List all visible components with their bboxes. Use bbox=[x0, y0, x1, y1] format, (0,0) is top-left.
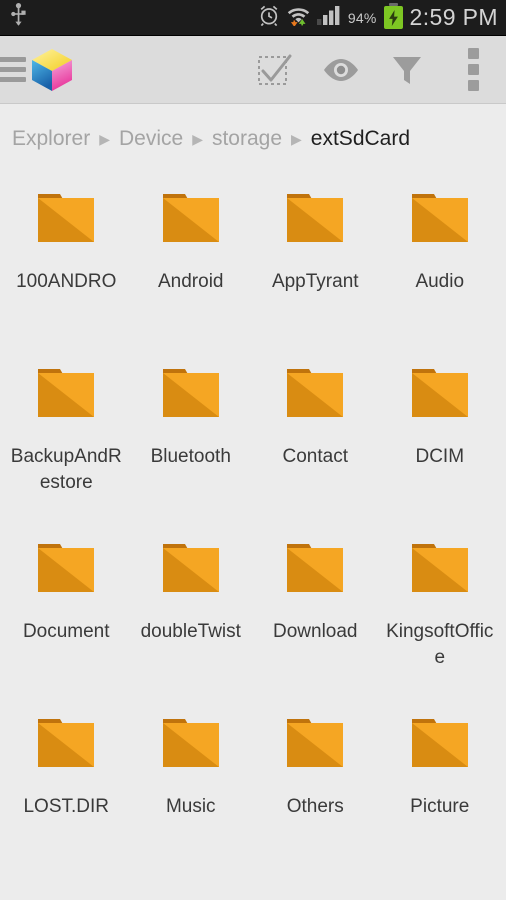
file-grid-item-label: Audio bbox=[415, 271, 465, 292]
file-grid-item-download[interactable]: Download bbox=[253, 524, 378, 699]
breadcrumb-separator-icon: ▶ bbox=[291, 130, 302, 147]
file-grid-item-doubletwist[interactable]: doubleTwist bbox=[129, 524, 254, 699]
file-grid-item-label: Picture bbox=[410, 796, 470, 817]
toolbar-actions bbox=[242, 36, 506, 104]
breadcrumb-item-extsdcard[interactable]: extSdCard bbox=[311, 127, 410, 151]
file-grid-item-label: Contact bbox=[282, 446, 348, 467]
breadcrumb-item-storage[interactable]: storage bbox=[212, 127, 282, 151]
status-bar: 94% 2:59 PM bbox=[0, 0, 506, 36]
file-grid-item-dcim[interactable]: DCIM bbox=[378, 349, 503, 524]
status-bar-left bbox=[10, 3, 27, 32]
hamburger-bar bbox=[0, 57, 26, 62]
file-grid-item-apptyrant[interactable]: AppTyrant bbox=[253, 174, 378, 349]
app-cube-logo-icon[interactable] bbox=[30, 47, 74, 93]
file-grid-item-label: LOST.DIR bbox=[23, 796, 110, 817]
overflow-dots bbox=[467, 48, 479, 91]
folder-icon bbox=[404, 713, 476, 775]
breadcrumb-item-explorer[interactable]: Explorer bbox=[12, 127, 90, 151]
file-grid-item-label: Document bbox=[22, 621, 110, 642]
file-grid-item-label: BackupAndRestore bbox=[10, 446, 122, 493]
file-grid-item-label: Others bbox=[286, 796, 344, 817]
folder-icon bbox=[279, 188, 351, 250]
file-grid-item-label: Android bbox=[158, 271, 224, 292]
file-grid-item-label: Download bbox=[273, 621, 358, 642]
file-manager-screen: 94% 2:59 PM Explorer ▶ Device ▶ storage … bbox=[0, 0, 506, 900]
filter-funnel-icon[interactable] bbox=[374, 36, 440, 104]
file-grid-item-label: Music bbox=[165, 796, 216, 817]
breadcrumb-item-device[interactable]: Device bbox=[119, 127, 183, 151]
file-grid-item-lost-dir[interactable]: LOST.DIR bbox=[4, 699, 129, 874]
folder-icon bbox=[30, 713, 102, 775]
file-grid-item-label: 100ANDRO bbox=[16, 271, 117, 292]
file-grid-item-label: DCIM bbox=[415, 446, 465, 467]
file-grid-item-kingsoftoffice[interactable]: KingsoftOffice bbox=[378, 524, 503, 699]
overflow-dot bbox=[467, 64, 479, 75]
select-all-checkbox-icon[interactable] bbox=[242, 36, 308, 104]
file-grid-item-audio[interactable]: Audio bbox=[378, 174, 503, 349]
folder-icon bbox=[279, 713, 351, 775]
battery-percent-label: 94% bbox=[347, 9, 377, 26]
folder-icon bbox=[155, 538, 227, 600]
folder-icon bbox=[279, 538, 351, 600]
file-grid-item-100andro[interactable]: 100ANDRO bbox=[4, 174, 129, 349]
file-grid-item-android[interactable]: Android bbox=[129, 174, 254, 349]
file-grid-item-label: doubleTwist bbox=[140, 621, 241, 642]
breadcrumb-separator-icon: ▶ bbox=[99, 130, 110, 147]
app-toolbar bbox=[0, 36, 506, 104]
file-grid-item-others[interactable]: Others bbox=[253, 699, 378, 874]
file-grid-item-label: KingsoftOffice bbox=[386, 621, 494, 668]
signal-bars-icon bbox=[316, 5, 341, 30]
folder-icon bbox=[404, 188, 476, 250]
eye-visibility-icon[interactable] bbox=[308, 36, 374, 104]
status-bar-right: 94% 2:59 PM bbox=[258, 3, 498, 31]
folder-icon bbox=[30, 188, 102, 250]
breadcrumb-separator-icon: ▶ bbox=[192, 130, 203, 147]
clock-label: 2:59 PM bbox=[409, 4, 498, 30]
file-grid-item-bluetooth[interactable]: Bluetooth bbox=[129, 349, 254, 524]
folder-icon bbox=[404, 363, 476, 425]
alarm-clock-icon bbox=[258, 4, 280, 31]
folder-icon bbox=[279, 363, 351, 425]
folder-icon bbox=[155, 363, 227, 425]
folder-icon bbox=[155, 188, 227, 250]
overflow-menu-icon[interactable] bbox=[440, 36, 506, 104]
file-grid-item-label: Bluetooth bbox=[150, 446, 231, 467]
file-grid-item-picture[interactable]: Picture bbox=[378, 699, 503, 874]
hamburger-bar bbox=[0, 77, 26, 82]
hamburger-bar bbox=[0, 67, 26, 72]
overflow-dot bbox=[467, 48, 479, 59]
file-grid-item-label: AppTyrant bbox=[271, 271, 359, 292]
overflow-dot bbox=[467, 80, 479, 91]
folder-icon bbox=[30, 538, 102, 600]
file-grid-item-contact[interactable]: Contact bbox=[253, 349, 378, 524]
file-grid-item-document[interactable]: Document bbox=[4, 524, 129, 699]
battery-charging-icon bbox=[383, 3, 403, 29]
hamburger-menu-icon[interactable] bbox=[0, 57, 26, 82]
folder-icon bbox=[404, 538, 476, 600]
breadcrumb: Explorer ▶ Device ▶ storage ▶ extSdCard bbox=[0, 104, 506, 174]
usb-icon bbox=[10, 3, 27, 32]
folder-icon bbox=[155, 713, 227, 775]
file-grid: 100ANDRO Android AppTyrant Audio BackupA… bbox=[0, 174, 506, 874]
wifi-icon bbox=[287, 4, 310, 31]
file-grid-item-backupandrestore[interactable]: BackupAndRestore bbox=[4, 349, 129, 524]
folder-icon bbox=[30, 363, 102, 425]
file-grid-item-music[interactable]: Music bbox=[129, 699, 254, 874]
